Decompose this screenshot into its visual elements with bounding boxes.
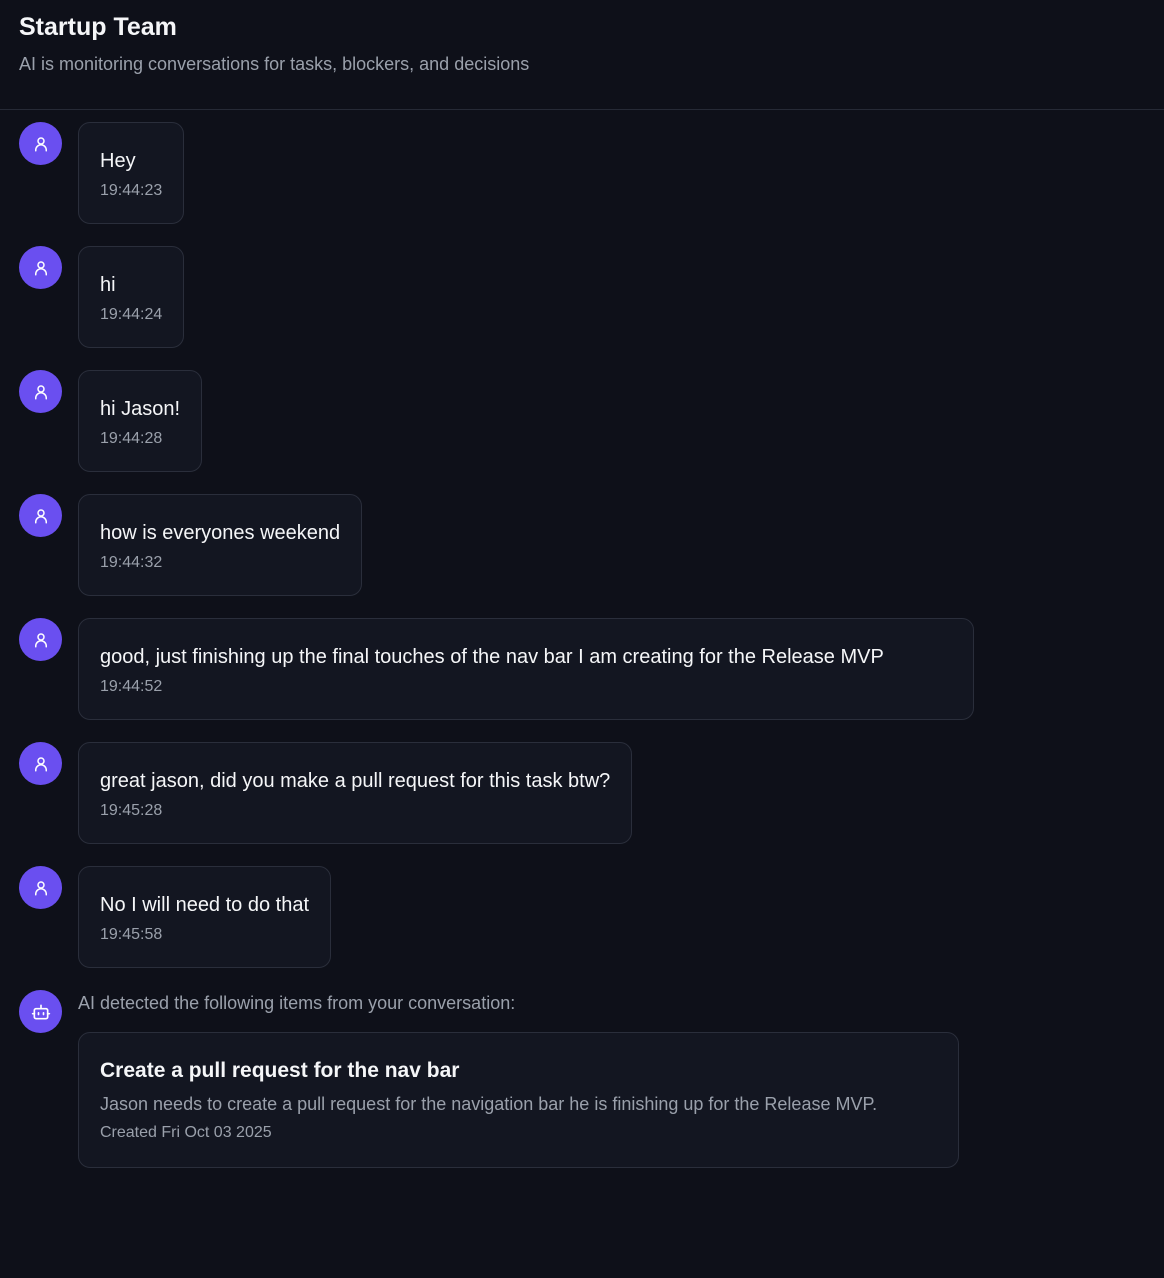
message-time: 19:45:28 [100,802,163,819]
message-item: great jason, did you make a pull request… [19,742,1145,844]
user-avatar [19,742,62,785]
user-icon [32,259,50,277]
message-time: 19:44:24 [100,306,163,323]
message-bubble: hi 19:44:24 [78,246,185,348]
user-avatar [19,122,62,165]
message-text: Hey [100,150,136,172]
detected-task-description: Jason needs to create a pull request for… [100,1094,878,1114]
message-time: 19:44:32 [100,554,163,571]
user-icon [32,879,50,897]
page-subtitle: AI is monitoring conversations for tasks… [19,54,530,74]
ai-detection-intro: AI detected the following items from you… [78,993,516,1013]
user-icon [32,755,50,773]
user-icon [32,631,50,649]
message-text: hi [100,274,116,296]
message-bubble: No I will need to do that 19:45:58 [78,866,332,968]
user-avatar [19,370,62,413]
message-item: hi Jason! 19:44:28 [19,370,1145,472]
message-bubble: Hey 19:44:23 [78,122,185,224]
user-avatar [19,494,62,537]
message-text: No I will need to do that [100,894,310,916]
ai-detection-message: AI detected the following items from you… [19,990,1145,1168]
message-time: 19:44:23 [100,182,163,199]
message-text: hi Jason! [100,398,181,420]
user-icon [32,135,50,153]
user-icon [32,383,50,401]
user-icon [32,507,50,525]
message-time: 19:44:52 [100,678,163,695]
user-avatar [19,618,62,661]
detected-task-card[interactable]: Create a pull request for the nav bar Ja… [78,1032,959,1168]
message-item: good, just finishing up the final touche… [19,618,1145,720]
message-item: hi 19:44:24 [19,246,1145,348]
message-time: 19:44:28 [100,430,163,447]
message-text: good, just finishing up the final touche… [100,646,884,668]
message-bubble: great jason, did you make a pull request… [78,742,633,844]
message-item: how is everyones weekend 19:44:32 [19,494,1145,596]
ai-detection-body: AI detected the following items from you… [78,990,959,1168]
detected-task-title: Create a pull request for the nav bar [100,1059,460,1082]
message-bubble: how is everyones weekend 19:44:32 [78,494,363,596]
bot-avatar [19,990,62,1033]
user-avatar [19,246,62,289]
message-list[interactable]: Hey 19:44:23 hi 19:44:24 hi Jason! 19:44… [0,110,1164,1168]
detected-task-created-date: Created Fri Oct 03 2025 [100,1124,272,1141]
message-item: No I will need to do that 19:45:58 [19,866,1145,968]
message-text: how is everyones weekend [100,522,341,544]
chat-header: Startup Team AI is monitoring conversati… [0,0,1164,110]
message-text: great jason, did you make a pull request… [100,770,611,792]
user-avatar [19,866,62,909]
bot-icon [31,1002,51,1022]
message-bubble: hi Jason! 19:44:28 [78,370,203,472]
message-time: 19:45:58 [100,926,163,943]
message-item: Hey 19:44:23 [19,122,1145,224]
message-bubble: good, just finishing up the final touche… [78,618,974,720]
page-title: Startup Team [19,13,177,41]
